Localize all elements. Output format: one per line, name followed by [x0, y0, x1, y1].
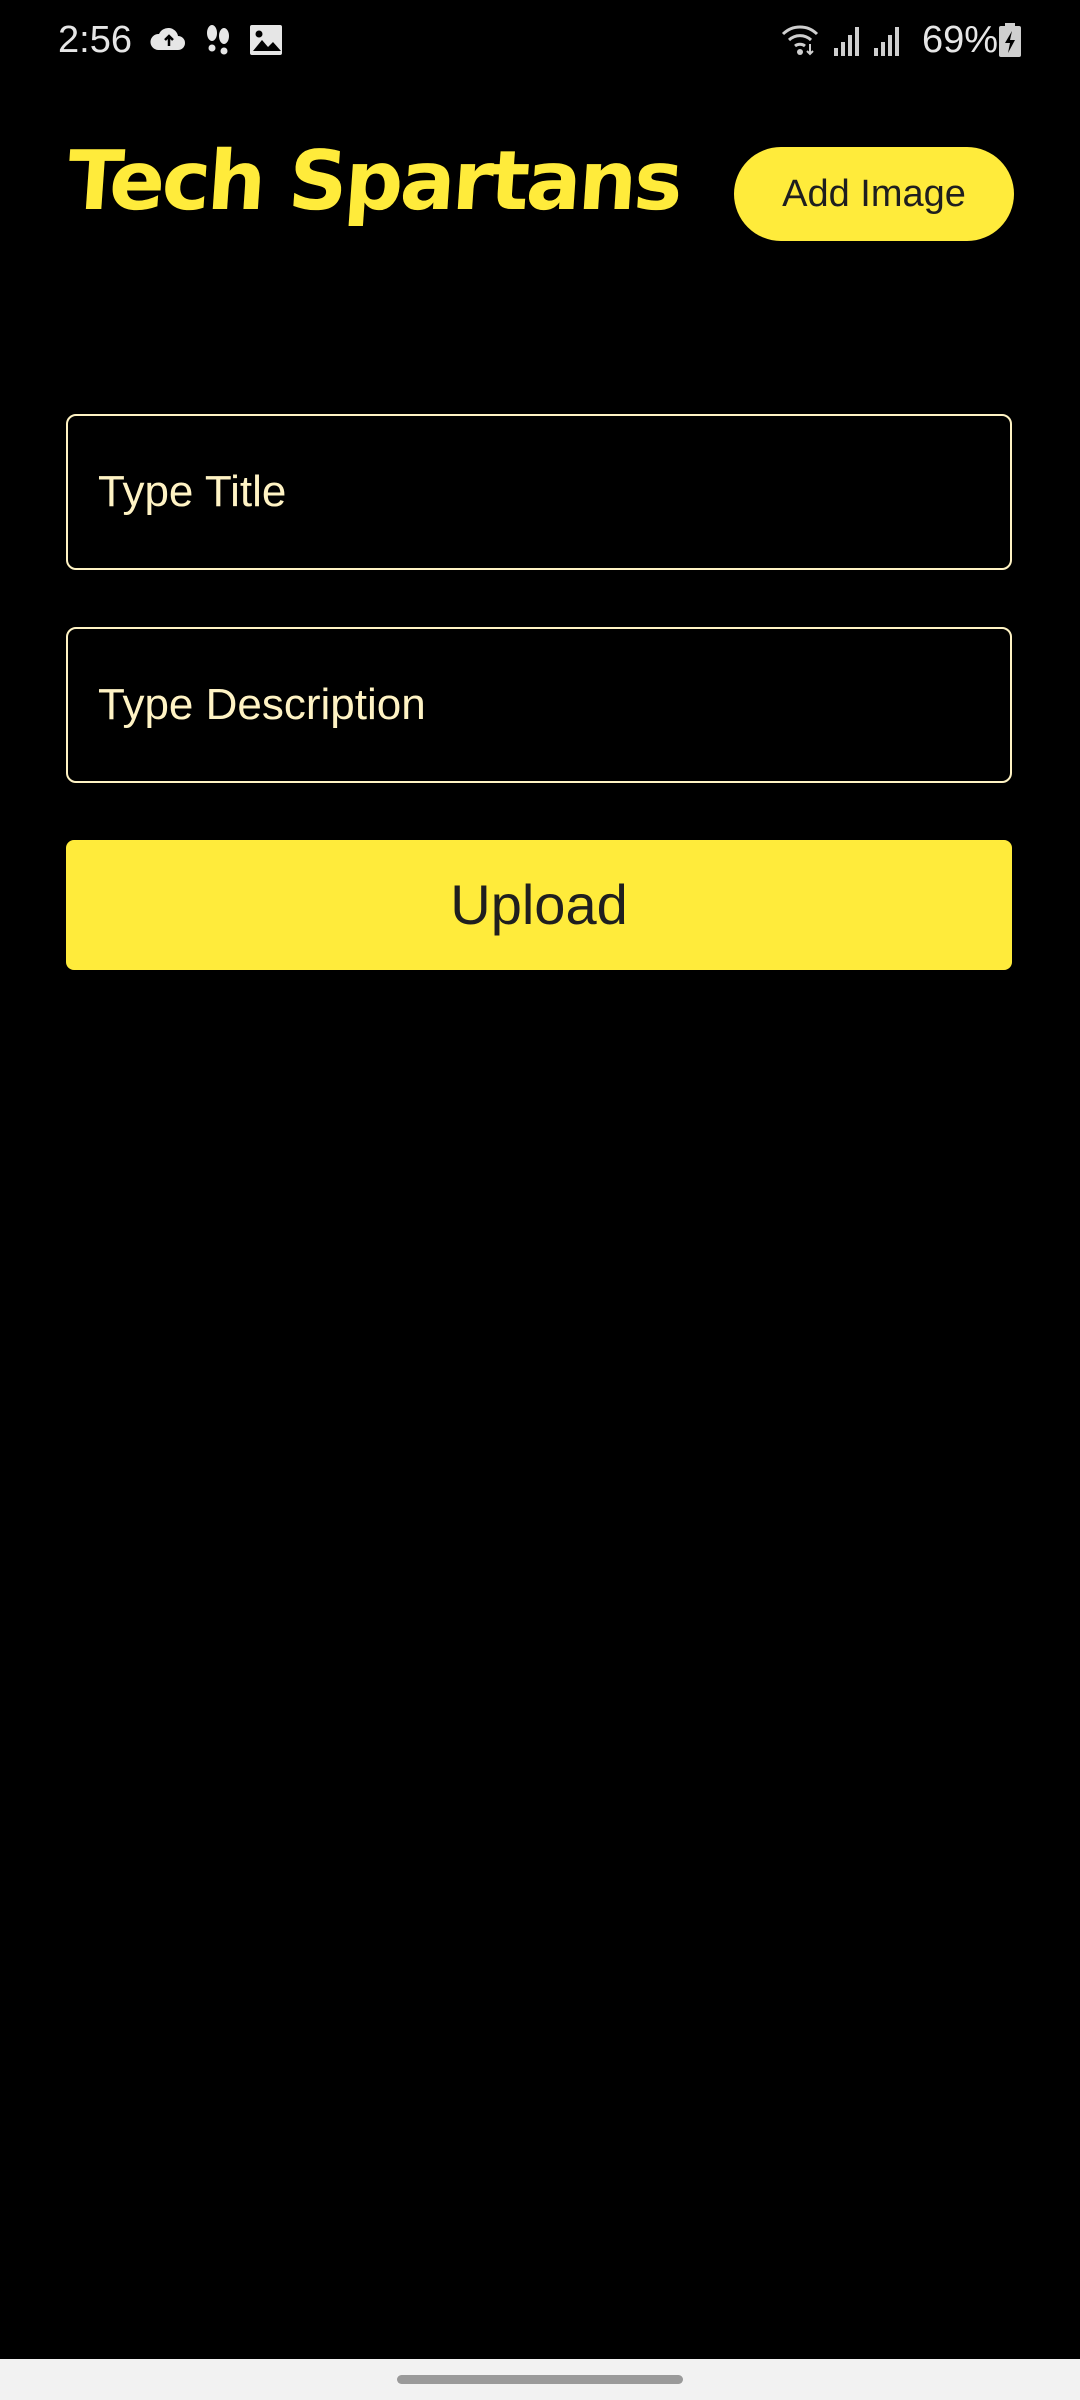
status-bar: 2:56 69%	[0, 0, 1080, 80]
upload-button[interactable]: Upload	[66, 840, 1012, 970]
add-image-button[interactable]: Add Image	[734, 147, 1014, 241]
signal-icon	[828, 22, 868, 58]
title-field[interactable]	[66, 414, 1012, 570]
battery-charging-icon	[996, 22, 1024, 58]
wifi-icon	[780, 22, 820, 58]
cloud-sync-icon	[148, 22, 188, 58]
description-input[interactable]	[98, 629, 978, 781]
signal-icon	[868, 22, 908, 58]
description-field[interactable]	[66, 627, 1012, 783]
battery-percentage: 69%	[922, 19, 999, 61]
footsteps-icon	[198, 22, 238, 58]
navigation-bar	[0, 2359, 1080, 2400]
image-icon	[246, 22, 286, 58]
home-gesture-handle[interactable]	[397, 2375, 683, 2384]
title-input[interactable]	[98, 416, 978, 568]
app-title: Tech Spartans	[64, 134, 684, 229]
status-time: 2:56	[58, 19, 132, 61]
